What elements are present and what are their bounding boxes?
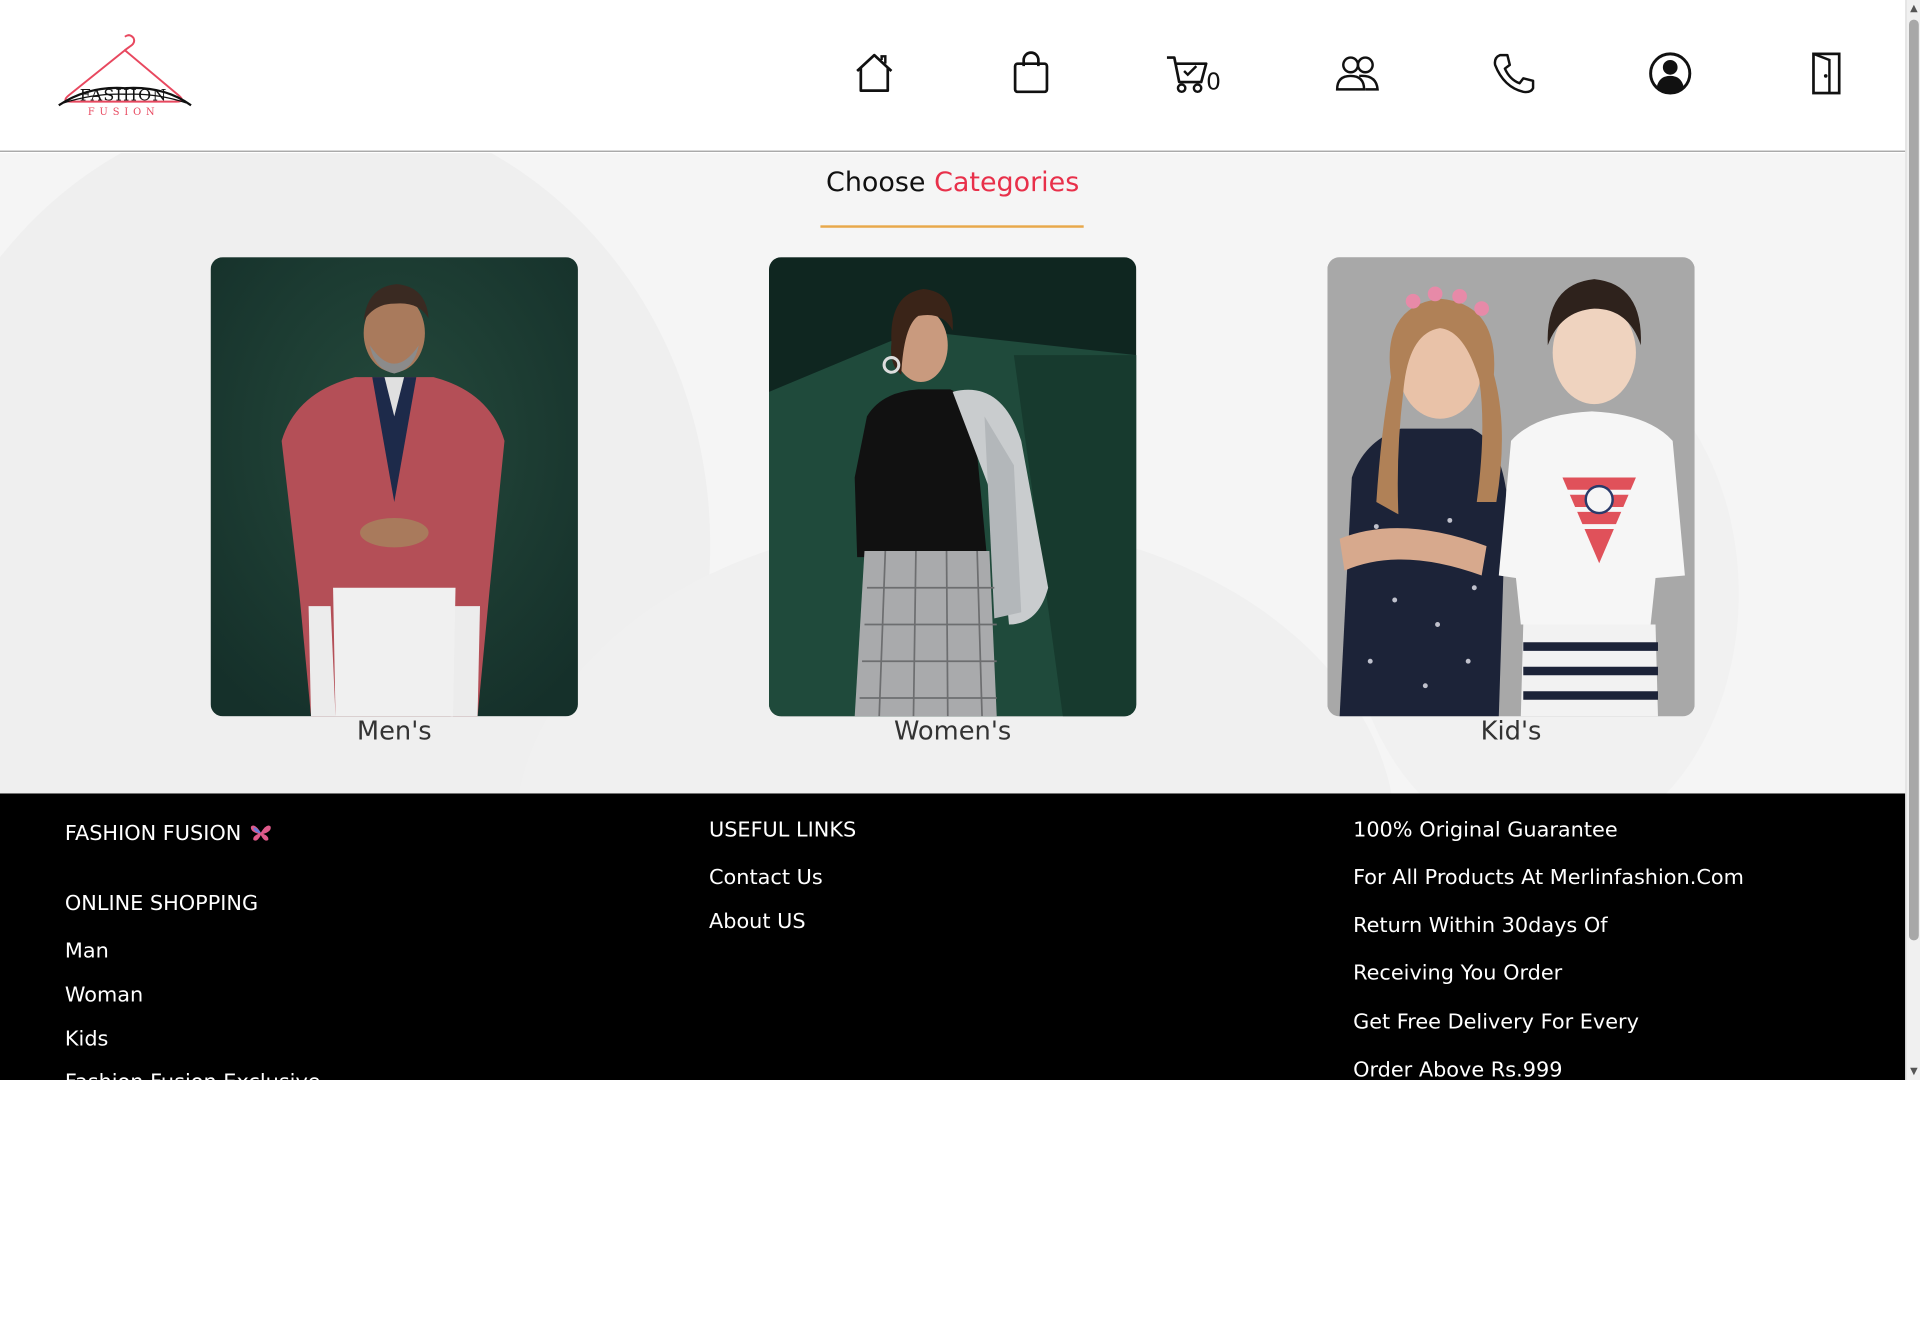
logo-subtext: FUSION bbox=[87, 106, 160, 118]
scroll-up-arrow-icon[interactable]: ▲ bbox=[1907, 0, 1920, 17]
site-logo[interactable]: FASHION FUSION bbox=[51, 32, 195, 120]
page: FASHION FUSION 0 Choose Categories Men's… bbox=[0, 0, 1906, 1081]
footer-online-heading: ONLINE SHOPPING bbox=[64, 891, 259, 916]
scroll-down-arrow-icon[interactable]: ▼ bbox=[1907, 1063, 1920, 1080]
footer-link-woman[interactable]: Woman bbox=[65, 983, 143, 1007]
category-card-mens[interactable] bbox=[210, 257, 578, 717]
section-title-part1: Choose bbox=[826, 167, 926, 199]
mens-model-image bbox=[210, 257, 578, 717]
footer-link-kids[interactable]: Kids bbox=[65, 1027, 109, 1051]
cart-count-badge: 0 bbox=[1206, 68, 1221, 96]
category-label-womens[interactable]: Women's bbox=[769, 716, 1136, 745]
butterfly-icon bbox=[251, 825, 272, 841]
section-title: Choose Categories bbox=[0, 168, 1905, 199]
category-card-kids[interactable] bbox=[1327, 257, 1695, 717]
footer-info-line: Receiving You Order bbox=[1353, 961, 1563, 986]
footer-link-man[interactable]: Man bbox=[65, 939, 109, 963]
footer-info-line: Order Above Rs.999 bbox=[1353, 1057, 1563, 1081]
footer-link-exclusive[interactable]: Fashion Fusion Exclusive bbox=[65, 1070, 321, 1080]
category-card-womens[interactable] bbox=[768, 257, 1137, 717]
account-icon[interactable] bbox=[1646, 49, 1695, 98]
phone-icon[interactable] bbox=[1489, 49, 1538, 98]
site-footer: FASHION FUSION ONLINE SHOPPING Man Woman… bbox=[0, 793, 1906, 1081]
footer-brand: FASHION FUSION bbox=[65, 822, 273, 846]
scrollbar-thumb[interactable] bbox=[1908, 19, 1919, 941]
category-label-kids[interactable]: Kid's bbox=[1327, 716, 1694, 745]
cart-icon[interactable] bbox=[1163, 49, 1212, 98]
home-icon[interactable] bbox=[850, 49, 899, 98]
page-scrollbar[interactable]: ▲ ▼ bbox=[1905, 0, 1920, 1081]
users-icon[interactable] bbox=[1332, 49, 1381, 98]
footer-info-line: Return Within 30days Of bbox=[1353, 913, 1608, 938]
logout-door-icon[interactable] bbox=[1802, 49, 1851, 98]
footer-info-line: For All Products At Merlinfashion.Com bbox=[1353, 865, 1744, 891]
kids-models-image bbox=[1327, 257, 1695, 717]
footer-link-about[interactable]: About US bbox=[709, 910, 806, 934]
womens-model-image bbox=[768, 257, 1137, 717]
footer-brand-text: FASHION FUSION bbox=[64, 821, 242, 847]
shopping-bag-icon[interactable] bbox=[1007, 49, 1056, 98]
footer-info-line: Get Free Delivery For Every bbox=[1353, 1010, 1639, 1035]
footer-useful-heading: USEFUL LINKS bbox=[708, 817, 857, 843]
section-title-accent: Categories bbox=[934, 167, 1080, 199]
logo-text: FASHION bbox=[79, 86, 168, 106]
footer-info-line: 100% Original Guarantee bbox=[1353, 817, 1618, 843]
footer-link-contact[interactable]: Contact Us bbox=[709, 866, 823, 890]
site-header: FASHION FUSION 0 bbox=[0, 0, 1906, 152]
categories-section: Choose Categories Men's Women's Kid's bbox=[0, 153, 1906, 794]
title-underline bbox=[820, 225, 1084, 228]
category-label-mens[interactable]: Men's bbox=[211, 716, 578, 745]
